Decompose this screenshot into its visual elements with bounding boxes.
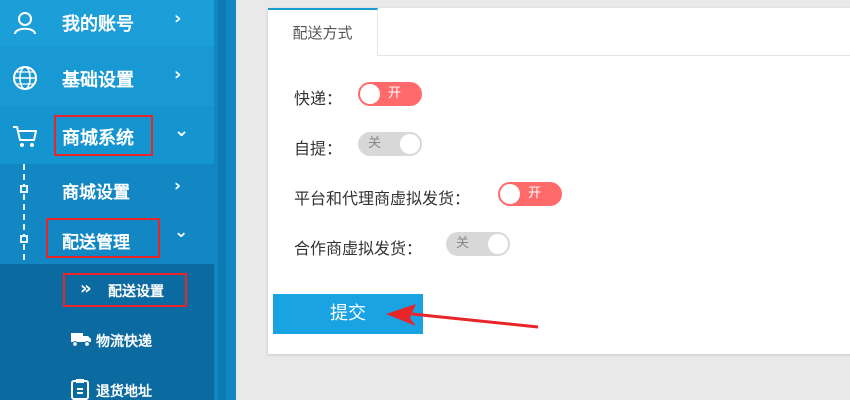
chevron-down-icon: ⌄: [174, 120, 190, 141]
sidebar-item-my-account[interactable]: 我的账号 ›: [0, 0, 214, 46]
cart-icon: [13, 126, 37, 147]
red-arrow-icon: [386, 304, 539, 329]
platform-agent-virtual-delivery-toggle[interactable]: 开: [498, 182, 562, 206]
sidebar-item-return-address[interactable]: 退货地址: [0, 368, 214, 400]
truck-icon: [71, 333, 91, 347]
toggle-knob: [400, 134, 420, 154]
option-label: 快递：: [294, 89, 343, 108]
sidebar-item-mall-settings[interactable]: 商城设置 ›: [0, 164, 214, 212]
chevron-right-icon: ›: [174, 8, 182, 29]
return-address-icon: [71, 379, 89, 400]
toggle-knob: [360, 84, 380, 104]
toggle-state: 关: [456, 236, 470, 251]
option-label: 平台和代理商虚拟发货：: [294, 189, 471, 208]
option-label: 自提：: [294, 139, 343, 158]
sidebar-item-label: 物流快递: [96, 334, 152, 350]
tab-delivery-method[interactable]: 配送方式: [268, 8, 378, 56]
user-icon: [14, 12, 36, 35]
tab-bar: 配送方式: [268, 8, 850, 56]
sidebar-strip: [214, 0, 236, 400]
sidebar-item-label: 基础设置: [62, 70, 134, 91]
sidebar-item-basic-settings[interactable]: 基础设置 ›: [0, 50, 214, 106]
toggle-state: 关: [368, 136, 382, 151]
sidebar-item-label: 商城设置: [62, 183, 130, 203]
sidebar-item-label: 我的账号: [62, 14, 134, 35]
partner-virtual-delivery-toggle[interactable]: 关: [446, 232, 510, 256]
sidebar: 我的账号 › 基础设置 › 商城系统 ⌄ 商城设置 › 配送管理 ⌄ » 配送设…: [0, 0, 214, 400]
toggle-knob: [500, 184, 520, 204]
toggle-state: 开: [388, 86, 402, 101]
highlight-box: [46, 218, 160, 258]
toggle-knob: [488, 234, 508, 254]
sidebar-item-logistics[interactable]: 物流快递: [0, 318, 214, 362]
sidebar-item-label: 退货地址: [96, 384, 152, 400]
chevron-down-icon: ⌄: [174, 222, 189, 242]
chevron-right-icon: ›: [174, 176, 182, 196]
toggle-state: 开: [528, 186, 542, 201]
self-pickup-toggle[interactable]: 关: [358, 132, 422, 156]
option-label: 合作商虚拟发货：: [294, 239, 423, 258]
chevron-right-icon: ›: [174, 64, 182, 85]
settings-panel: 配送方式 快递： 开 自提： 关 平台和代理商虚拟发货： 开 合作商虚拟发货： …: [268, 8, 850, 354]
express-toggle[interactable]: 开: [358, 82, 422, 106]
globe-icon: [13, 66, 37, 90]
highlight-box: [63, 273, 187, 307]
highlight-box: [54, 115, 153, 156]
